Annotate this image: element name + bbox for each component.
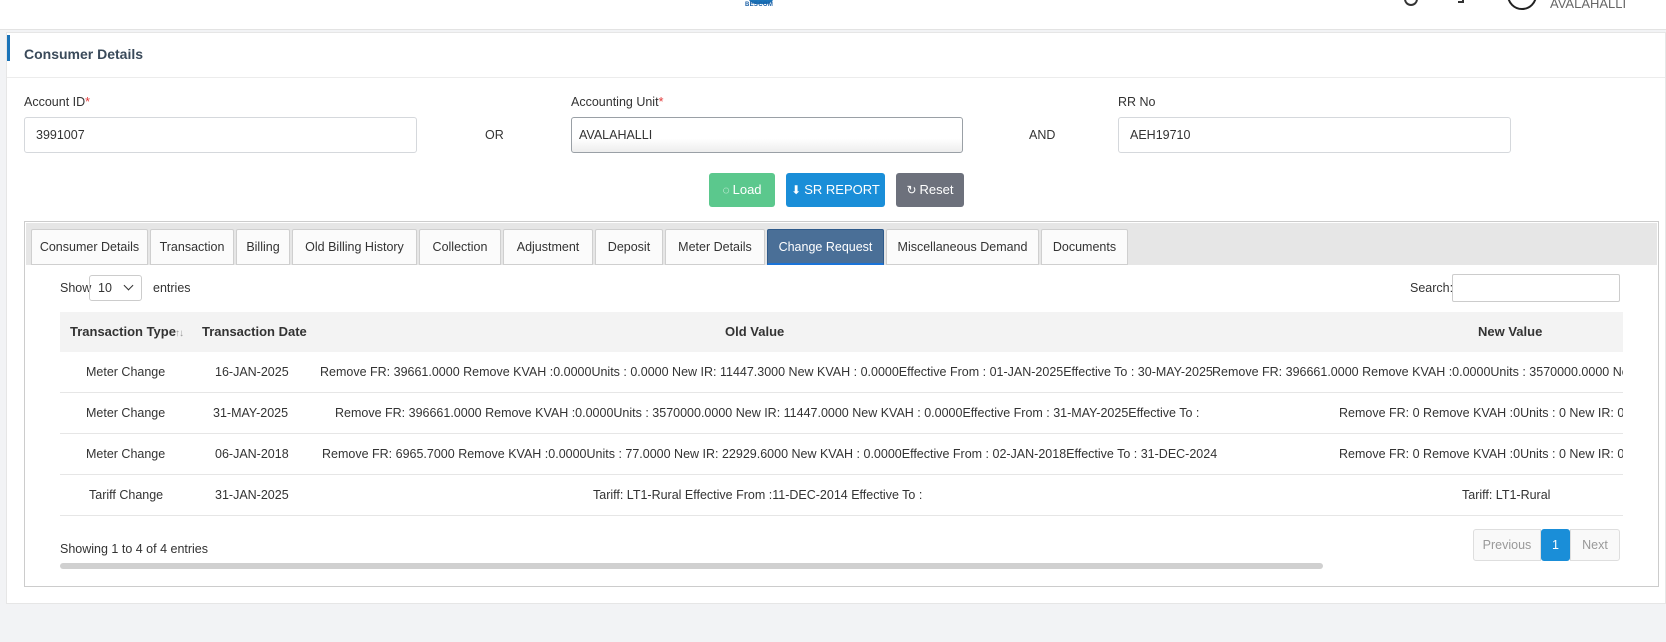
refresh-icon: ↻: [906, 183, 917, 197]
th-transaction-type[interactable]: Transaction Type: [70, 324, 176, 339]
table-row: Meter Change 31-MAY-2025 Remove FR: 3966…: [60, 393, 1623, 434]
card-divider: [7, 77, 1665, 78]
card-accent-bar: [7, 35, 10, 61]
user-avatar[interactable]: [1507, 0, 1537, 10]
rr-no-label: RR No: [1118, 95, 1156, 109]
reset-button-label: Reset: [919, 182, 954, 197]
tab-transaction[interactable]: Transaction: [150, 229, 234, 265]
accounting-unit-label: Accounting Unit*: [571, 95, 664, 109]
spinner-icon: ◌: [722, 183, 730, 197]
load-button[interactable]: ◌ Load: [709, 173, 775, 207]
cell-type: Meter Change: [86, 447, 166, 461]
tab-deposit[interactable]: Deposit: [595, 229, 663, 265]
cell-old-value: Remove FR: 39661.0000 Remove KVAH :0.000…: [320, 365, 1213, 379]
download-circle-icon: ⬇: [791, 183, 802, 197]
cell-type: Tariff Change: [89, 488, 164, 502]
notification-icon[interactable]: [1458, 0, 1464, 3]
user-name: AVALAHALLI: [1550, 0, 1627, 11]
consumer-details-card: Consumer Details Account ID* 3991007 OR …: [6, 32, 1666, 604]
cell-date: 31-JAN-2025: [215, 488, 289, 502]
cell-old-value: Remove FR: 396661.0000 Remove KVAH :0.00…: [335, 406, 1200, 420]
cell-new-value: Remove FR: 0 Remove KVAH :0Units : 0 New…: [1339, 406, 1623, 420]
th-transaction-date[interactable]: Transaction Date: [202, 324, 307, 339]
cell-date: 16-JAN-2025: [215, 365, 289, 379]
top-navbar: BESCOM AVALAHALLI: [0, 0, 1666, 30]
tabs-bar: Consumer Details Transaction Billing Old…: [26, 223, 1657, 265]
account-id-input[interactable]: 3991007: [24, 117, 417, 153]
entries-select-value: 10: [98, 281, 112, 295]
th-old-value[interactable]: Old Value: [725, 324, 784, 339]
cell-old-value: Remove FR: 6965.7000 Remove KVAH :0.0000…: [322, 447, 1218, 461]
accounting-unit-select[interactable]: AVALAHALLI: [571, 117, 963, 153]
chevron-down-icon: [123, 280, 134, 291]
pagination-previous[interactable]: Previous: [1473, 529, 1541, 561]
reset-button[interactable]: ↻ Reset: [896, 173, 964, 207]
th-new-value[interactable]: New Value: [1478, 324, 1542, 339]
table-row: Meter Change 16-JAN-2025 Remove FR: 3966…: [60, 352, 1623, 393]
search-input[interactable]: [1452, 274, 1620, 302]
table-header: Transaction Type ↑↓ Transaction Date Old…: [60, 312, 1623, 352]
cell-new-value: Remove FR: 0 Remove KVAH :0Units : 0 New…: [1339, 447, 1623, 461]
sr-report-button[interactable]: ⬇ SR REPORT: [786, 173, 885, 207]
tab-adjustment[interactable]: Adjustment: [503, 229, 593, 265]
card-title: Consumer Details: [24, 46, 144, 62]
tab-collection[interactable]: Collection: [419, 229, 501, 265]
tab-documents[interactable]: Documents: [1041, 229, 1128, 265]
cell-new-value: Tariff: LT1-Rural: [1462, 488, 1551, 502]
search-label: Search:: [1410, 281, 1454, 295]
tab-miscellaneous-demand[interactable]: Miscellaneous Demand: [886, 229, 1039, 265]
cell-new-value: Remove FR: 396661.0000 Remove KVAH :0.00…: [1212, 365, 1623, 379]
tab-old-billing-history[interactable]: Old Billing History: [292, 229, 417, 265]
show-label: Show: [60, 281, 92, 295]
cell-type: Meter Change: [86, 365, 166, 379]
change-request-table: Transaction Type ↑↓ Transaction Date Old…: [60, 312, 1623, 517]
cell-date: 06-JAN-2018: [215, 447, 289, 461]
or-text: OR: [485, 128, 504, 142]
help-icon[interactable]: [1404, 0, 1418, 6]
table-info: Showing 1 to 4 of 4 entries: [60, 542, 209, 556]
tab-consumer-details[interactable]: Consumer Details: [31, 229, 148, 265]
pagination-page-1[interactable]: 1: [1541, 529, 1570, 561]
pagination-next[interactable]: Next: [1570, 529, 1620, 561]
horizontal-scrollbar[interactable]: [60, 563, 1323, 569]
cell-old-value: Tariff: LT1-Rural Effective From :11-DEC…: [593, 488, 923, 502]
sr-report-button-label: SR REPORT: [804, 182, 880, 197]
tab-meter-details[interactable]: Meter Details: [665, 229, 765, 265]
details-tabs-panel: Consumer Details Transaction Billing Old…: [24, 221, 1659, 587]
load-button-label: Load: [732, 182, 762, 197]
tab-billing[interactable]: Billing: [236, 229, 290, 265]
bescom-logo[interactable]: BESCOM: [742, 0, 780, 12]
sort-icon[interactable]: ↑↓: [175, 328, 184, 339]
tab-change-request[interactable]: Change Request: [767, 229, 884, 265]
cell-date: 31-MAY-2025: [213, 406, 289, 420]
entries-label: entries: [153, 281, 191, 295]
table-row: Meter Change 06-JAN-2018 Remove FR: 6965…: [60, 434, 1623, 475]
account-id-label: Account ID*: [24, 95, 91, 109]
cell-type: Meter Change: [86, 406, 166, 420]
logo-text: BESCOM: [745, 2, 774, 8]
and-text: AND: [1029, 128, 1056, 142]
rr-no-input[interactable]: AEH19710: [1118, 117, 1511, 153]
table-row: Tariff Change 31-JAN-2025 Tariff: LT1-Ru…: [60, 475, 1623, 516]
entries-select[interactable]: 10: [89, 275, 142, 301]
